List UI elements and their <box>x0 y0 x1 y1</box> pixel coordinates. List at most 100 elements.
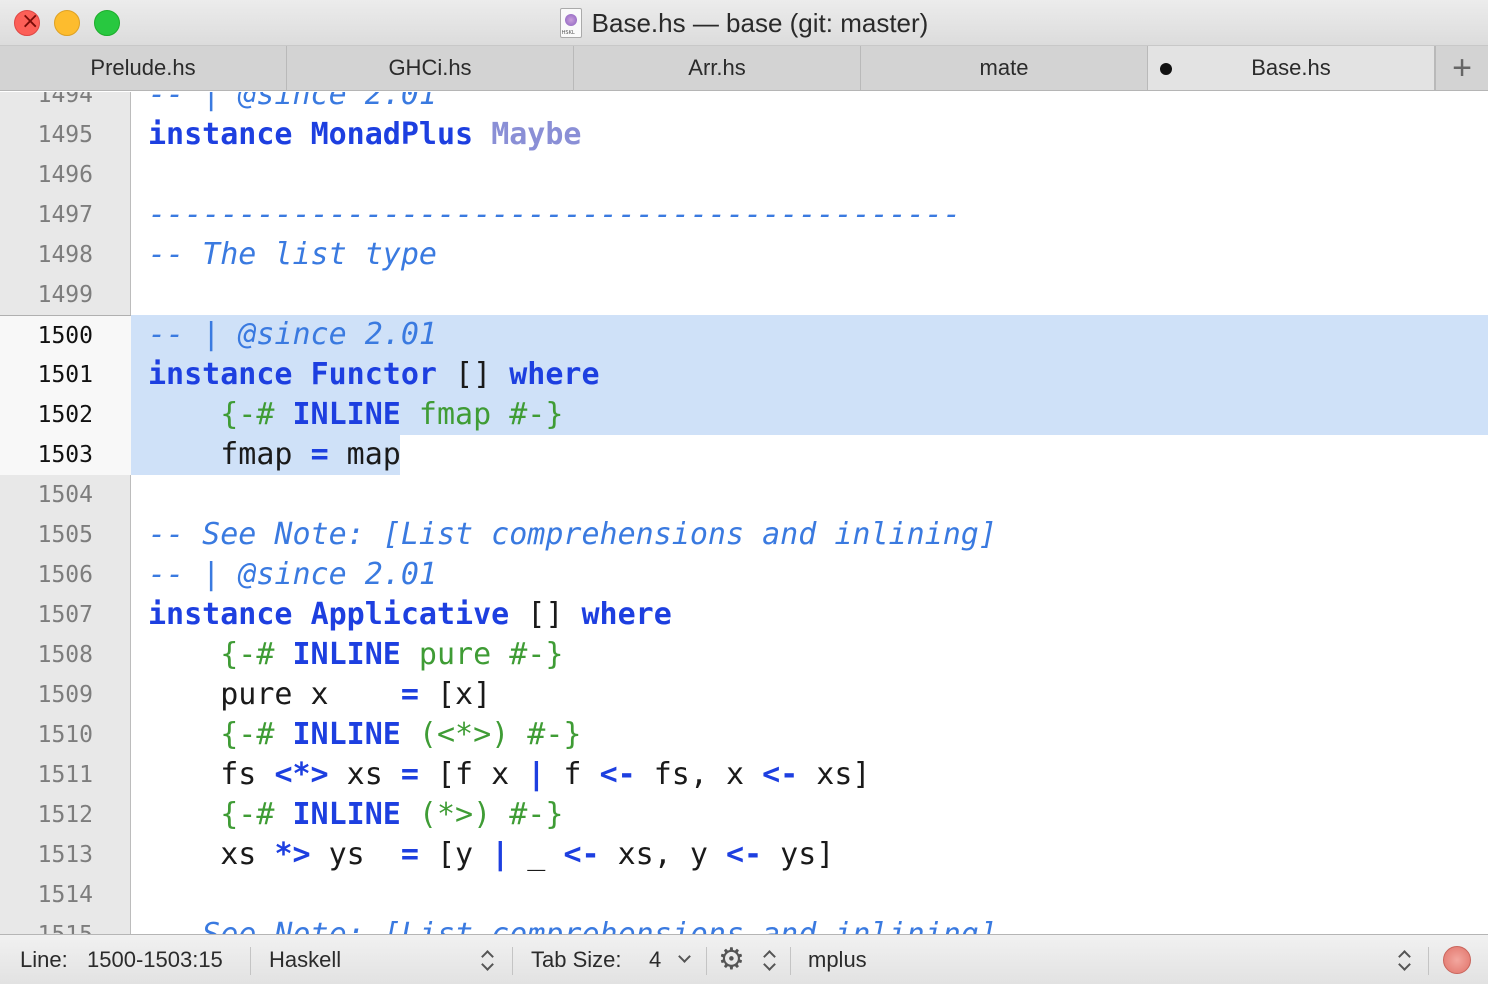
code-token: INLINE <box>292 797 401 832</box>
code-token: <*> <box>274 757 329 792</box>
settings-updown-icon[interactable] <box>762 948 776 974</box>
code-token: xs <box>328 757 401 792</box>
code-token: fmap <box>148 437 311 472</box>
line-number[interactable]: 1503 <box>0 435 131 475</box>
line-number[interactable]: 1513 <box>0 835 131 875</box>
unsaved-dot-icon[interactable] <box>1160 63 1172 75</box>
code-line[interactable]: 1503 fmap = map <box>0 435 1488 475</box>
code-token: INLINE <box>292 717 401 752</box>
gear-icon[interactable]: ⚙ <box>718 935 745 984</box>
code-text: instance Applicative [] where <box>148 595 672 635</box>
code-line[interactable]: 1510 {-# INLINE (<*>) #-} <box>0 715 1488 755</box>
code-token: {-# <box>220 637 293 672</box>
tab-base-hs[interactable]: Base.hs <box>1148 46 1435 90</box>
tab-ghci-hs[interactable]: GHCi.hs <box>287 46 574 90</box>
code-line[interactable]: 1495 instance MonadPlus Maybe <box>0 115 1488 155</box>
line-number[interactable]: 1512 <box>0 795 131 835</box>
code-line[interactable]: 1509 pure x = [x] <box>0 675 1488 715</box>
line-number[interactable]: 1495 <box>0 115 131 155</box>
code-line[interactable]: 1502 {-# INLINE fmap #-} <box>0 395 1488 435</box>
line-number[interactable]: 1498 <box>0 235 131 275</box>
language-updown-icon[interactable] <box>480 948 494 974</box>
tab-mate[interactable]: mate <box>861 46 1148 90</box>
symbol-selector[interactable]: mplus <box>808 935 867 984</box>
code-line[interactable]: 1505 -- See Note: [List comprehensions an… <box>0 515 1488 555</box>
code-line[interactable]: 1506 -- | @since 2.01 <box>0 555 1488 595</box>
code-text: pure x = [x] <box>148 675 491 715</box>
code-line[interactable]: 1504 <box>0 475 1488 515</box>
code-token: {-# <box>220 717 293 752</box>
language-selector[interactable]: Haskell <box>269 935 341 984</box>
code-text: instance Functor [] where <box>148 355 600 395</box>
line-number[interactable]: 1507 <box>0 595 131 635</box>
line-number[interactable]: 1506 <box>0 555 131 595</box>
line-number[interactable]: 1515 <box>0 915 131 934</box>
code-token: <- <box>762 757 799 792</box>
code-line[interactable]: 1514 <box>0 875 1488 915</box>
tab-size-label[interactable]: Tab Size: <box>531 935 622 984</box>
status-bar: Line: 1500-1503:15 Haskell Tab Size: 4 ⚙… <box>0 934 1488 984</box>
symbol-updown-icon[interactable] <box>1397 948 1411 974</box>
tab-label: Arr.hs <box>688 55 746 80</box>
code-line[interactable]: 1501 instance Functor [] where <box>0 355 1488 395</box>
line-number[interactable]: 1502 <box>0 395 131 435</box>
line-number[interactable]: 1494 <box>0 92 131 115</box>
line-number[interactable]: 1496 <box>0 155 131 195</box>
line-number[interactable]: 1501 <box>0 355 131 395</box>
code-line[interactable]: 1496 <box>0 155 1488 195</box>
code-text: {-# INLINE (*>) #-} <box>148 795 563 835</box>
new-tab-button[interactable]: + <box>1435 46 1488 90</box>
code-token: where <box>581 597 672 632</box>
line-number[interactable]: 1514 <box>0 875 131 915</box>
code-line[interactable]: 1500 -- | @since 2.01 <box>0 315 1488 355</box>
tab-label: GHCi.hs <box>388 55 472 80</box>
code-line[interactable]: 1499 <box>0 275 1488 315</box>
code-token: xs <box>148 837 275 872</box>
line-number[interactable]: 1509 <box>0 675 131 715</box>
tab-label: Prelude.hs <box>90 55 196 80</box>
code-line[interactable]: 1507 instance Applicative [] where <box>0 595 1488 635</box>
code-editor[interactable]: 1494 -- | @since 2.01 1495 instance MonadPl… <box>0 92 1488 934</box>
line-number[interactable]: 1504 <box>0 475 131 515</box>
code-line[interactable]: 1508 {-# INLINE pure #-} <box>0 635 1488 675</box>
line-number[interactable]: 1510 <box>0 715 131 755</box>
code-line[interactable]: 1515 -- See Note: [List comprehensions an… <box>0 915 1488 934</box>
tab-size-value[interactable]: 4 <box>649 935 661 984</box>
haskell-file-icon[interactable] <box>559 8 582 38</box>
code-token: [] <box>509 597 582 632</box>
code-line[interactable]: 1513 xs *> ys = [y | _ <- xs, y <- ys] <box>0 835 1488 875</box>
status-divider <box>1428 947 1429 975</box>
code-token: xs, y <box>599 837 726 872</box>
tab-prelude-hs[interactable]: Prelude.hs <box>0 46 287 90</box>
chevron-down-icon[interactable] <box>678 950 691 963</box>
code-line[interactable]: 1497 ------------------------------------… <box>0 195 1488 235</box>
code-line[interactable]: 1511 fs <*> xs = [f x | f <- fs, x <- xs… <box>0 755 1488 795</box>
title-bar: Base.hs — base (git: master) <box>0 0 1488 46</box>
code-token: fs, x <box>635 757 763 792</box>
line-position[interactable]: 1500-1503:15 <box>87 935 223 984</box>
code-line[interactable]: 1494 -- | @since 2.01 <box>0 92 1488 115</box>
code-token: {-# <box>220 797 293 832</box>
code-token: -- | @since 2.01 <box>148 557 437 592</box>
status-divider <box>512 947 513 975</box>
line-number[interactable]: 1505 <box>0 515 131 555</box>
line-number[interactable]: 1500 <box>0 315 131 355</box>
line-number[interactable]: 1508 <box>0 635 131 675</box>
tab-arr-hs[interactable]: Arr.hs <box>574 46 861 90</box>
line-number[interactable]: 1499 <box>0 275 131 315</box>
line-number[interactable]: 1511 <box>0 755 131 795</box>
tab-label: Base.hs <box>1251 55 1331 80</box>
code-text: ----------------------------------------… <box>148 195 961 235</box>
code-line[interactable]: 1498 -- The list type <box>0 235 1488 275</box>
tab-bar: Prelude.hs GHCi.hs Arr.hs mate Base.hs + <box>0 46 1488 91</box>
code-line[interactable]: 1512 {-# INLINE (*>) #-} <box>0 795 1488 835</box>
record-icon[interactable] <box>1443 946 1471 974</box>
line-number[interactable]: 1497 <box>0 195 131 235</box>
code-token: pure #-} <box>400 637 564 672</box>
